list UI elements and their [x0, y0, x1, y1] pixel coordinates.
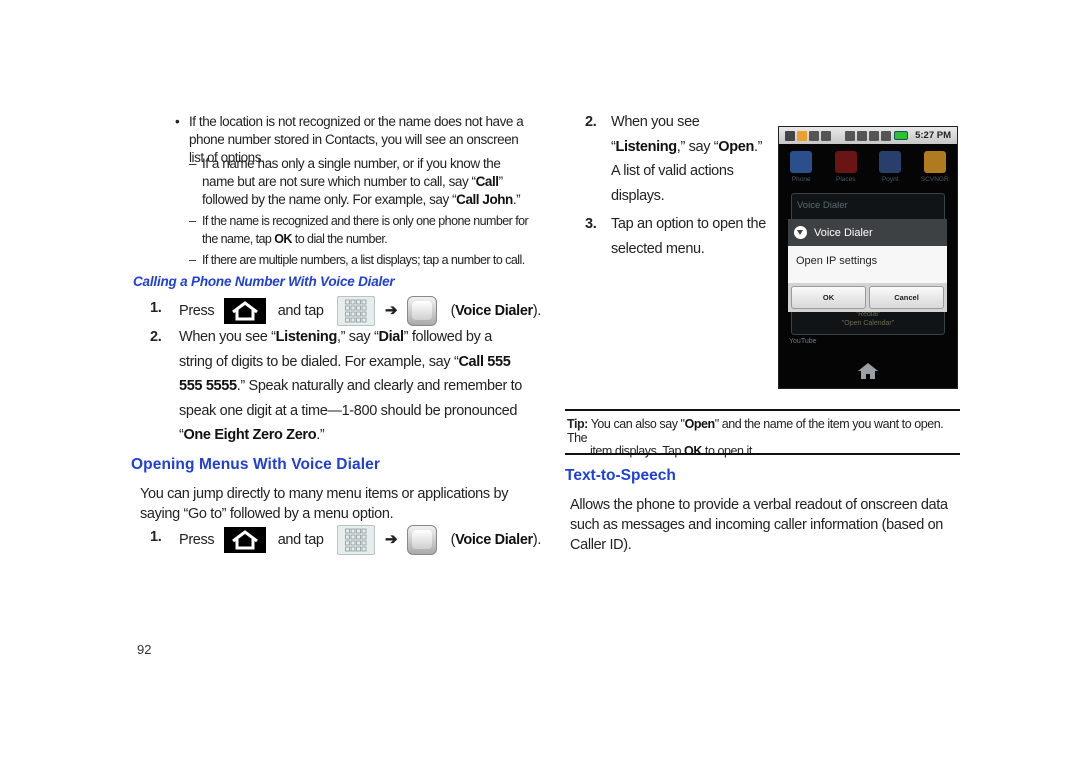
- network-icon: [869, 130, 879, 141]
- tip-bottom-rule: [565, 453, 960, 455]
- home-icon: [857, 362, 879, 385]
- ok-button[interactable]: OK: [791, 286, 866, 309]
- app-phone: Phone: [781, 151, 821, 183]
- bluetooth-icon: [845, 130, 855, 141]
- dim-option-open-calendar: "Open Calendar": [841, 320, 895, 327]
- dash-marker: –: [189, 253, 196, 267]
- signal-icon: [881, 130, 891, 141]
- step-number: 1.: [150, 300, 162, 316]
- sub-item-text: If a name has only a single number, or i…: [202, 156, 521, 207]
- voice-dialer-icon: [406, 296, 437, 326]
- battery-icon: [894, 131, 908, 140]
- sub-item-one-phone-number: – If the name is recognized and there is…: [189, 212, 529, 248]
- step-number: 2.: [150, 329, 162, 345]
- app-scvngr: SCVNGR: [915, 151, 955, 183]
- tip-label: Tip:: [567, 417, 588, 431]
- intro-paragraph: You can jump directly to many menu items…: [140, 486, 509, 522]
- notification-icon: [785, 130, 795, 141]
- sync-icon: [857, 130, 867, 141]
- app-row: Phone Places Poynt SCVNGR: [779, 151, 957, 183]
- step-text: When you see “Listening,” say “Open.” A l…: [611, 114, 763, 204]
- step-number: 1.: [150, 529, 162, 545]
- voice-dialer-dialog: Voice Dialer Open IP settings OK Cancel: [788, 219, 947, 312]
- step-number: 3.: [585, 216, 597, 232]
- status-time: 5:27 PM: [915, 130, 951, 141]
- status-bar: 5:27 PM: [779, 127, 957, 144]
- sub-item-text: If the name is recognized and there is o…: [202, 214, 529, 246]
- app-poynt: Poynt: [870, 151, 910, 183]
- arrow-icon: ➔: [385, 530, 398, 548]
- dropdown-circle-icon: [794, 226, 807, 239]
- sub-item-multiple-numbers: – If there are multiple numbers, a list …: [189, 251, 529, 269]
- subheading-calling-phone-number: Calling a Phone Number With Voice Dialer: [133, 274, 395, 289]
- notification-icon: [821, 130, 831, 141]
- dash-marker: –: [189, 156, 197, 171]
- step-1-calling: 1. Press and tap ➔ (Voice Dialer).: [150, 296, 541, 326]
- sub-item-single-number: – If a name has only a single number, or…: [189, 155, 529, 209]
- text-to-speech-paragraph: Allows the phone to provide a verbal rea…: [570, 497, 948, 553]
- arrow-icon: ➔: [385, 301, 398, 319]
- heading-text-to-speech: Text-to-Speech: [565, 467, 676, 484]
- step-2-calling: 2. When you see “Listening,” say “Dial” …: [150, 325, 525, 448]
- app-youtube-label: YouTube: [789, 338, 817, 345]
- step-1-opening: 1. Press and tap ➔ (Voice Dialer).: [150, 525, 541, 555]
- step-text: Tap an option to open the selected menu.: [611, 216, 766, 257]
- step-number: 2.: [585, 114, 597, 130]
- bullet-marker: •: [175, 114, 180, 129]
- applications-grid-icon: [337, 296, 376, 326]
- cancel-button[interactable]: Cancel: [869, 286, 944, 309]
- home-key-icon: [224, 527, 267, 553]
- step-3-open: 3. Tap an option to open the selected me…: [585, 212, 770, 261]
- dialog-title: Voice Dialer: [814, 226, 873, 239]
- heading-opening-menus: Opening Menus With Voice Dialer: [131, 456, 380, 473]
- page-number: 92: [137, 642, 152, 657]
- background-dialog-title: Voice Dialer: [797, 200, 848, 211]
- phone-screenshot: 5:27 PM Phone Places Poynt SCVNGR Voice …: [778, 126, 958, 389]
- step-text: When you see “Listening,” say “Dial” fol…: [179, 329, 523, 443]
- applications-grid-icon: [337, 525, 376, 555]
- home-key-icon: [224, 298, 267, 324]
- dialog-option-open-ip-settings[interactable]: Open IP settings: [788, 246, 947, 276]
- dash-marker: –: [189, 214, 196, 228]
- tip-top-rule: [565, 409, 960, 411]
- app-places: Places: [826, 151, 866, 183]
- notification-icon: [797, 130, 807, 141]
- step-2-open: 2. When you see “Listening,” say “Open.”…: [585, 110, 770, 208]
- notification-icon: [809, 130, 819, 141]
- sub-item-text: If there are multiple numbers, a list di…: [202, 253, 525, 267]
- voice-dialer-icon: [406, 525, 437, 555]
